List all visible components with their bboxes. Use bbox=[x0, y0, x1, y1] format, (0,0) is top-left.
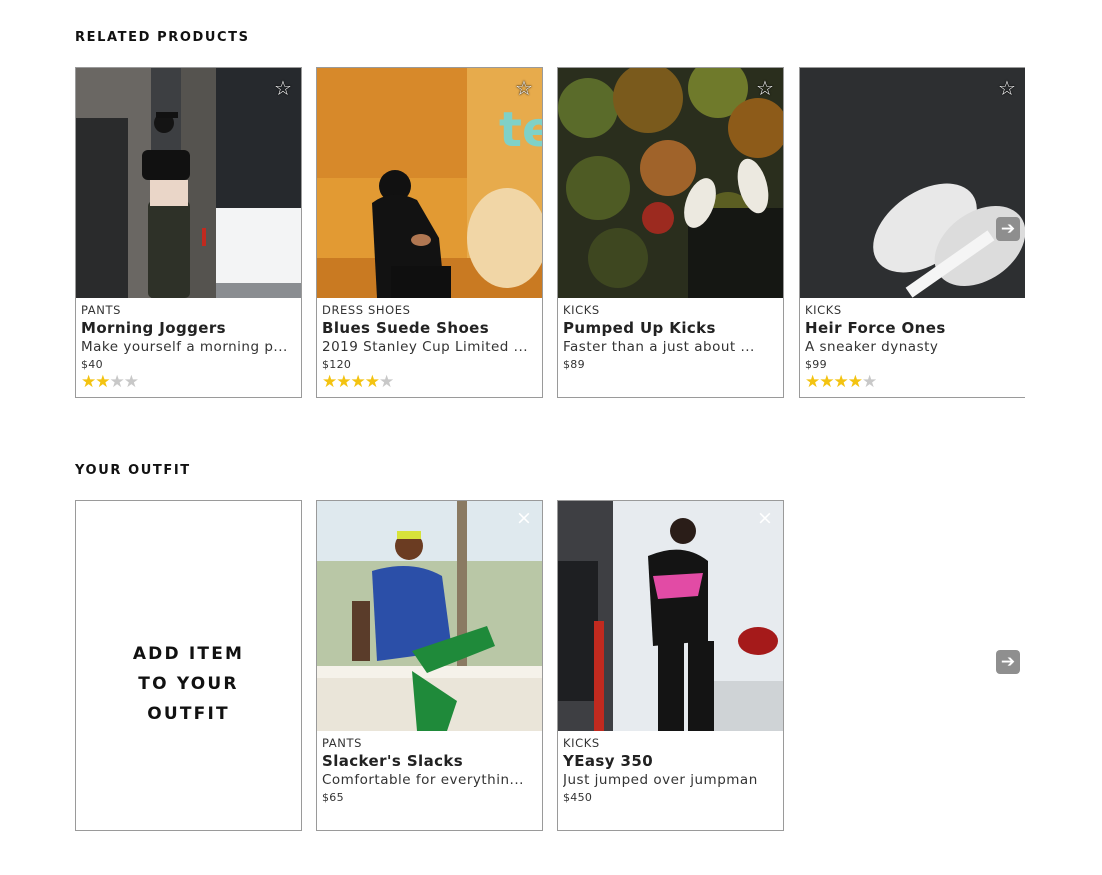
outfit-card[interactable]: × KICKS YEasy 350 Just jumped over jumpm… bbox=[557, 500, 784, 831]
product-name: Blues Suede Shoes bbox=[322, 319, 490, 337]
product-info: KICKS Pumped Up Kicks Faster than a just… bbox=[563, 302, 779, 374]
star-filled-icon: ★ bbox=[336, 372, 351, 392]
star-filled-icon: ★ bbox=[364, 372, 380, 392]
star-filled-icon: ★ bbox=[322, 372, 337, 392]
product-info: PANTS Slacker's Slacks Comfortable for e… bbox=[322, 735, 538, 807]
product-description: A sneaker dynasty bbox=[805, 339, 939, 355]
star-filled-icon: ★ bbox=[81, 372, 96, 392]
outfit-carousel: ADD ITEM TO YOUR OUTFIT × PANTS Slacker'… bbox=[75, 500, 785, 831]
product-price: $450 bbox=[563, 791, 593, 804]
product-image[interactable]: × bbox=[558, 501, 783, 731]
star-empty-icon: ★ bbox=[123, 372, 139, 392]
remove-x-icon[interactable]: × bbox=[756, 509, 774, 528]
star-filled-icon: ★ bbox=[833, 372, 849, 392]
star-empty-icon: ★ bbox=[379, 372, 394, 392]
product-rating: ★★★★★ bbox=[805, 374, 1025, 391]
product-name: Heir Force Ones bbox=[805, 319, 946, 337]
product-description: Just jumped over jumpman bbox=[563, 772, 758, 788]
star-filled-icon: ★ bbox=[819, 372, 834, 392]
product-description: Make yourself a morning p... bbox=[81, 339, 288, 355]
your-outfit-heading: YOUR OUTFIT bbox=[75, 463, 191, 478]
product-description: Comfortable for everythin... bbox=[322, 772, 524, 788]
favorite-star-icon[interactable]: ☆ bbox=[514, 78, 534, 98]
product-category: KICKS bbox=[563, 736, 600, 750]
star-empty-icon: ★ bbox=[109, 372, 125, 392]
product-image[interactable]: te ☆ bbox=[317, 68, 542, 298]
star-filled-icon: ★ bbox=[350, 372, 366, 392]
star-filled-icon: ★ bbox=[847, 372, 863, 392]
favorite-star-icon[interactable]: ☆ bbox=[997, 78, 1017, 98]
product-info: KICKS YEasy 350 Just jumped over jumpman… bbox=[563, 735, 779, 807]
product-info: KICKS Heir Force Ones A sneaker dynasty … bbox=[805, 302, 1025, 391]
product-price: $65 bbox=[322, 791, 344, 804]
add-item-label: ADD ITEM TO YOUR OUTFIT bbox=[132, 644, 245, 724]
product-category: PANTS bbox=[322, 736, 362, 750]
product-card[interactable]: te ☆ DRESS SHOES Blues Suede Shoes 2019 … bbox=[316, 67, 543, 398]
outfit-card[interactable]: × PANTS Slacker's Slacks Comfortable for… bbox=[316, 500, 543, 831]
remove-x-icon[interactable]: × bbox=[515, 509, 533, 528]
outfit-next-arrow-icon[interactable]: ➔ bbox=[996, 650, 1020, 674]
svg-text:te: te bbox=[499, 102, 542, 158]
add-to-outfit-card[interactable]: ADD ITEM TO YOUR OUTFIT bbox=[75, 500, 302, 831]
product-category: DRESS SHOES bbox=[322, 303, 411, 317]
related-products-carousel: ☆ PANTS Morning Joggers Make yourself a … bbox=[75, 67, 1025, 399]
product-rating: ★★★★★ bbox=[322, 374, 538, 391]
product-category: KICKS bbox=[805, 303, 842, 317]
product-name: Slacker's Slacks bbox=[322, 752, 464, 770]
star-filled-icon: ★ bbox=[805, 372, 820, 392]
product-image[interactable]: ☆ bbox=[76, 68, 301, 298]
product-image[interactable]: ☆ bbox=[558, 68, 783, 298]
star-filled-icon: ★ bbox=[95, 372, 110, 392]
product-name: YEasy 350 bbox=[563, 752, 654, 770]
product-price: $89 bbox=[563, 358, 585, 371]
related-products-heading: RELATED PRODUCTS bbox=[75, 30, 250, 45]
product-info: DRESS SHOES Blues Suede Shoes 2019 Stanl… bbox=[322, 302, 538, 391]
product-description: Faster than a just about ... bbox=[563, 339, 755, 355]
product-name: Morning Joggers bbox=[81, 319, 226, 337]
product-card[interactable]: ☆ KICKS Pumped Up Kicks Faster than a ju… bbox=[557, 67, 784, 398]
favorite-star-icon[interactable]: ☆ bbox=[273, 78, 293, 98]
product-category: PANTS bbox=[81, 303, 121, 317]
product-card[interactable]: ☆ KICKS Heir Force Ones A sneaker dynast… bbox=[799, 67, 1025, 398]
product-card[interactable]: ☆ PANTS Morning Joggers Make yourself a … bbox=[75, 67, 302, 398]
product-description: 2019 Stanley Cup Limited ... bbox=[322, 339, 529, 355]
product-name: Pumped Up Kicks bbox=[563, 319, 716, 337]
product-info: PANTS Morning Joggers Make yourself a mo… bbox=[81, 302, 297, 391]
related-next-arrow-icon[interactable]: ➔ bbox=[996, 217, 1020, 241]
star-empty-icon: ★ bbox=[862, 372, 877, 392]
product-category: KICKS bbox=[563, 303, 600, 317]
product-image[interactable]: ☆ bbox=[800, 68, 1025, 298]
product-image[interactable]: × bbox=[317, 501, 542, 731]
product-rating: ★★★★ bbox=[81, 374, 297, 391]
favorite-star-icon[interactable]: ☆ bbox=[755, 78, 775, 98]
